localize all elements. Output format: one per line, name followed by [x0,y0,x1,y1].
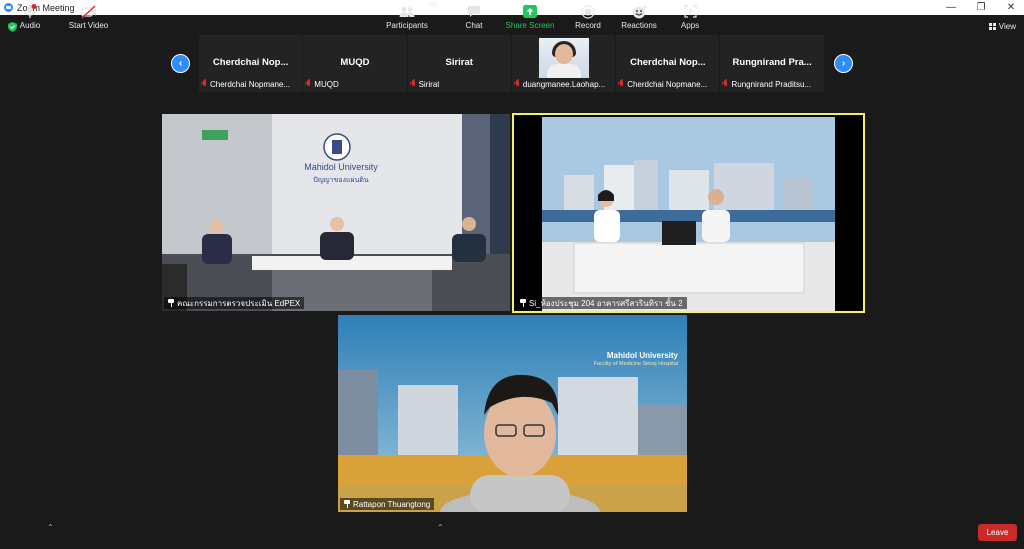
share-screen-button[interactable]: Share Screen [505,2,555,30]
meeting-room-video [514,115,863,311]
video-tile-committee[interactable]: Mahidol University ปัญญาของแผ่นดิน คณะกร… [162,114,510,311]
participant-footer-name: Cherdchai Nopmane... [210,80,291,89]
mic-muted-icon [514,80,521,89]
share-screen-label: Share Screen [505,21,555,30]
chat-label: Chat [465,21,483,30]
view-button[interactable]: View [988,22,1016,31]
meeting-toolbar [0,517,1024,549]
pin-icon [344,500,350,508]
participant-tile[interactable]: MUQD MUQD [303,35,407,92]
reactions-button[interactable]: Reactions [620,2,658,30]
next-page-button[interactable]: › [834,54,853,73]
banner-title: Mahidol University [606,351,678,360]
participants-icon [399,6,415,17]
participant-name: MUQD [340,57,370,68]
view-label: View [998,22,1016,31]
participant-tile[interactable]: Sirirat Sirirat [407,35,511,92]
video-name-label: Si_ห้องประชุม 204 อาคารศรีสวรินทิรา ชั้น… [516,297,687,309]
pin-icon [168,299,174,307]
participant-name: Cherdchai Nop... [630,57,706,68]
share-screen-icon [523,5,537,18]
participant-name: Rungnirand Pra... [732,57,812,68]
microphone-muted-icon [24,4,37,18]
audio-options-caret-icon[interactable]: ⌃ [47,523,54,532]
participant-strip: Cherdchai Nop... Cherdchai Nopmane... MU… [199,35,825,92]
record-icon [581,4,595,19]
sign-subtitle: ปัญญาของแผ่นดิน [313,177,369,184]
banner-subtitle: Faculty of Medicine Siriraj Hospital [593,361,678,367]
mic-muted-icon [305,80,312,89]
participant-footer-name: Sirirat [418,80,440,89]
participant-video [338,315,687,512]
video-name-label: คณะกรรมการตรวจประเมิน EdPEX [164,297,305,309]
video-tile-si-room[interactable]: Si_ห้องประชุม 204 อาคารศรีสวรินทิรา ชั้น… [512,113,865,313]
apps-label: Apps [680,21,700,30]
chevron-right-icon: › [841,57,846,69]
participant-tile[interactable]: Rungnirand Pra... Rungnirand Praditsu... [720,35,824,92]
mic-muted-icon [410,80,417,89]
participant-video-thumbnail [538,38,589,78]
pin-icon [520,299,526,307]
apps-button[interactable]: Apps [678,2,702,30]
chat-icon [468,6,480,17]
chat-button[interactable]: Chat [460,2,488,30]
leave-button[interactable]: Leave [978,524,1017,541]
reactions-emoji-icon [632,5,647,18]
participants-options-caret-icon[interactable]: ⌃ [437,523,444,532]
mic-muted-icon [618,80,625,89]
grid-view-icon [988,23,996,30]
participants-button[interactable]: 35 Participants [386,2,437,30]
conference-room-video [162,114,510,311]
maximize-button[interactable]: ❐ [966,0,996,15]
participant-footer-name: Rungnirand Praditsu... [731,80,812,89]
audio-button[interactable]: Audio [15,2,45,30]
participant-footer-name: MUQD [314,80,339,89]
record-label: Record [575,21,601,30]
start-video-label: Start Video [68,21,109,30]
start-video-button[interactable]: Start Video [66,2,111,30]
participant-tile[interactable]: Cherdchai Nop... Cherdchai Nopmane... [199,35,303,92]
sign-title: Mahidol University [304,162,378,172]
reactions-label: Reactions [621,21,657,30]
chevron-left-icon: ‹ [178,57,183,69]
video-tile-rattapon[interactable]: Mahidol University Faculty of Medicine S… [338,315,687,512]
zoom-logo-icon [4,3,13,12]
video-off-icon [80,4,96,19]
participant-name: Sirirat [445,57,473,68]
participant-footer-name: Cherdchai Nopmane... [627,80,708,89]
participant-name: Cherdchai Nop... [212,57,289,68]
audio-label: Audio [19,21,41,30]
mic-muted-icon [722,80,729,89]
close-button[interactable]: ✕ [996,0,1024,15]
participant-tile[interactable]: Cherdchai Nop... Cherdchai Nopmane... [616,35,720,92]
minimize-button[interactable]: — [936,0,966,15]
record-button[interactable]: Record [572,2,604,30]
video-name-label: Rattapon Thuangtong [340,498,435,510]
participant-tile[interactable]: duangmanee.Laohap... [511,35,616,92]
participants-label: Participants [386,21,428,30]
mic-muted-icon [201,80,208,89]
participants-count: 35 [429,2,437,9]
previous-page-button[interactable]: ‹ [171,54,190,73]
apps-icon [683,5,697,18]
participant-footer-name: duangmanee.Laohap... [522,80,606,89]
